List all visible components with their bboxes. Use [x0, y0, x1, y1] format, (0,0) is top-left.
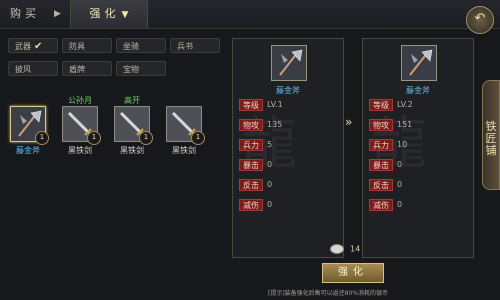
- item-card[interactable]: 1 黑铁剑: [162, 95, 206, 156]
- item-count-badge: 1: [191, 131, 205, 145]
- stat-label: 反击: [239, 179, 263, 191]
- cost-value: 14: [350, 244, 361, 254]
- item-slot[interactable]: 1: [62, 106, 101, 145]
- item-owner: [6, 95, 50, 106]
- equipment-icon-slot: [271, 45, 307, 81]
- top-tab-bar: 购买 ▶ 强化 ▼: [0, 0, 500, 29]
- item-owner: [162, 95, 206, 106]
- category-label: 坐骑: [123, 42, 139, 51]
- item-count-badge: 1: [35, 131, 49, 145]
- item-slot[interactable]: 1: [114, 106, 153, 145]
- axe-icon: [279, 49, 303, 76]
- stat-label: 减伤: [239, 199, 263, 211]
- stat-label: 反击: [369, 179, 393, 191]
- stat-value: 0: [397, 160, 403, 169]
- silver-coin-icon: [330, 244, 344, 254]
- next-level-panel: 龍 藤金斧 等级 LV.2 物攻 151 兵力 10 暴击 0 反击 0 减伤 0: [362, 38, 474, 258]
- stat-label: 暴击: [239, 159, 263, 171]
- hint-text: [提示]装备强化后售可以返还80%消耗的银币: [268, 290, 389, 297]
- stat-value: 151: [397, 120, 413, 129]
- item-slot[interactable]: 1: [166, 106, 205, 145]
- stat-value: 0: [397, 180, 403, 189]
- item-name: 黑铁剑: [120, 146, 144, 155]
- item-count-badge: 1: [87, 131, 101, 145]
- category-label: 披风: [15, 65, 31, 74]
- stat-value: 0: [267, 200, 273, 209]
- equipment-icon-slot: [401, 45, 437, 81]
- category-cloak[interactable]: 披风: [8, 61, 58, 76]
- item-name: 藤金斧: [16, 146, 40, 155]
- axe-icon: [409, 49, 433, 76]
- category-label: 兵书: [177, 42, 193, 51]
- item-owner: 高开: [124, 96, 140, 105]
- stat-label: 物攻: [369, 119, 393, 131]
- stat-label: 暴击: [369, 159, 393, 171]
- current-equipment-panel: 龍 藤金斧 等级 LV.1 物攻 135 兵力 5 暴击 0 反击 0 减伤 0: [232, 38, 344, 258]
- equipment-name: 藤金斧: [276, 86, 300, 95]
- stat-value: 10: [397, 140, 408, 149]
- stat-label: 兵力: [369, 139, 393, 151]
- category-label: 武器: [15, 42, 31, 51]
- item-owner: 公孙月: [68, 96, 92, 105]
- item-name: 黑铁剑: [68, 146, 92, 155]
- item-name: 黑铁剑: [172, 146, 196, 155]
- stat-value: LV.1: [267, 100, 283, 109]
- stat-label: 等级: [239, 99, 263, 111]
- category-weapon[interactable]: 武器 ✔: [8, 38, 58, 53]
- chevron-down-icon: ▼: [121, 10, 129, 20]
- enhance-cost: 14: [330, 244, 360, 254]
- enhance-button[interactable]: 强化: [322, 263, 384, 283]
- stat-label: 减伤: [369, 199, 393, 211]
- category-shield[interactable]: 盾牌: [62, 61, 112, 76]
- category-label: 防具: [69, 42, 85, 51]
- item-count-badge: 1: [139, 131, 153, 145]
- stat-value: 0: [267, 160, 273, 169]
- stat-value: 0: [267, 180, 273, 189]
- check-icon: ✔: [34, 41, 43, 52]
- blacksmith-label: 铁匠铺: [485, 120, 497, 157]
- category-treasure[interactable]: 宝物: [116, 61, 166, 76]
- back-button[interactable]: ↶: [466, 6, 494, 34]
- stat-value: 135: [267, 120, 283, 129]
- tab-enhance[interactable]: 强化 ▼: [70, 0, 148, 28]
- stat-label: 等级: [369, 99, 393, 111]
- tab-enhance-label: 强化: [89, 7, 120, 20]
- category-label: 宝物: [123, 65, 139, 74]
- item-slot[interactable]: 1: [10, 106, 49, 145]
- category-label: 盾牌: [69, 65, 85, 74]
- category-book[interactable]: 兵书: [170, 38, 220, 53]
- tab-separator-arrow-icon: ▶: [54, 9, 65, 19]
- tab-buy[interactable]: 购买: [10, 4, 40, 24]
- item-card[interactable]: 高开 1 黑铁剑: [110, 95, 154, 156]
- upgrade-arrow-icon: »: [345, 115, 353, 129]
- blacksmith-side-tab[interactable]: 铁匠铺: [482, 80, 500, 190]
- stat-value: 5: [267, 140, 273, 149]
- category-armor[interactable]: 防具: [62, 38, 112, 53]
- stat-value: 0: [397, 200, 403, 209]
- stat-value: LV.2: [397, 100, 413, 109]
- stat-label: 兵力: [239, 139, 263, 151]
- stat-label: 物攻: [239, 119, 263, 131]
- category-mount[interactable]: 坐骑: [116, 38, 166, 53]
- equipment-name: 藤金斧: [406, 86, 430, 95]
- return-arrow-icon: ↶: [474, 11, 486, 26]
- item-card[interactable]: 1 藤金斧: [6, 95, 50, 156]
- item-card[interactable]: 公孙月 1 黑铁剑: [58, 95, 102, 156]
